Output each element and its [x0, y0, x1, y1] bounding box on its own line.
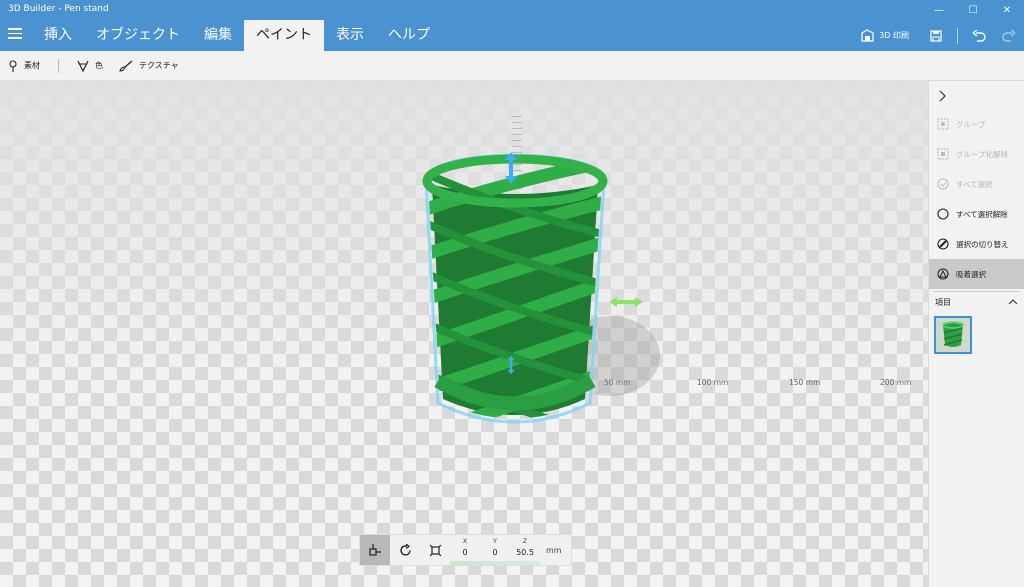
chevron-right-icon [939, 90, 946, 102]
pin-icon [9, 59, 17, 72]
z-move-up-arrow-icon[interactable] [504, 151, 518, 185]
texture-button[interactable]: テクスチャ [111, 60, 187, 72]
pen-stand-thumbnail-icon [942, 321, 964, 347]
x-move-arrow-icon[interactable] [608, 296, 644, 308]
close-button[interactable]: ✕ [990, 0, 1024, 20]
select-all-button[interactable]: すべて選択 [929, 169, 1024, 199]
scale-icon [429, 544, 441, 556]
z-value: 50.5 [516, 548, 534, 557]
print-3d-label: 3D 印刷 [879, 31, 909, 40]
floor-label-200: 200 mm [880, 378, 912, 387]
rotate-tool-button[interactable] [390, 535, 420, 565]
group-button[interactable]: グループ [929, 109, 1024, 139]
tab-view[interactable]: 表示 [324, 20, 376, 51]
material-button[interactable]: 素材 [0, 59, 48, 72]
save-icon [930, 29, 942, 42]
minimize-button[interactable]: — [922, 0, 956, 20]
toggle-selection-button[interactable]: 選択の切り替え [929, 229, 1024, 259]
menu-separator [957, 27, 958, 44]
rotate-icon [399, 543, 411, 556]
magnet-select-label: 吸着選択 [956, 269, 986, 279]
select-all-label: すべて選択 [956, 179, 993, 189]
window-controls: — ☐ ✕ [922, 0, 1024, 20]
right-panel: グループ グループ化解除 すべて選択 すべて選択解除 選択の切り替え 吸着選択 … [928, 81, 1024, 587]
group-icon [937, 118, 949, 130]
tab-paint[interactable]: ペイント [244, 20, 324, 51]
tab-insert[interactable]: 挿入 [32, 20, 84, 51]
object-thumbnail[interactable] [934, 316, 972, 354]
toggle-selection-label: 選択の切り替え [956, 239, 1009, 249]
redo-button[interactable] [994, 20, 1024, 51]
print-3d-button[interactable]: 3D 印刷 [861, 29, 909, 42]
deselect-all-icon [937, 208, 949, 220]
tab-object[interactable]: オブジェクト [84, 20, 192, 51]
floor-label-150: 150 mm [789, 378, 821, 387]
tab-edit[interactable]: 編集 [192, 20, 244, 51]
pen-stand-model[interactable] [410, 141, 620, 441]
group-label: グループ [956, 119, 986, 129]
axis-color-strip [450, 561, 540, 565]
tab-help[interactable]: ヘルプ [376, 20, 442, 51]
x-label: X [462, 537, 468, 545]
texture-label: テクスチャ [139, 61, 179, 70]
toolbar-separator [58, 58, 59, 73]
deselect-all-label: すべて選択解除 [956, 209, 1008, 219]
unit-label: mm [546, 545, 562, 555]
magnet-select-button[interactable]: 吸着選択 [929, 259, 1024, 289]
floor-label-100: 100 mm [697, 378, 729, 387]
toggle-selection-icon [937, 238, 949, 250]
items-section-header[interactable]: 項目 [929, 292, 1024, 312]
menu-right-tools: 3D 印刷 [861, 20, 1024, 51]
magnet-select-icon [937, 268, 949, 280]
select-all-icon [937, 178, 949, 190]
save-button[interactable] [921, 20, 951, 51]
y-label: Y [493, 537, 497, 545]
move-tool-button[interactable] [360, 535, 390, 565]
title-bar: 3D Builder - Pen stand — ☐ ✕ [0, 0, 1024, 20]
window-title: 3D Builder - Pen stand [8, 4, 109, 14]
z-label: Z [522, 537, 528, 545]
print-3d-icon [861, 29, 874, 42]
color-button[interactable]: 色 [69, 60, 111, 72]
undo-button[interactable] [964, 20, 994, 51]
paint-bucket-icon [77, 60, 89, 72]
hamburger-menu-icon[interactable] [8, 28, 22, 40]
scale-tool-button[interactable] [420, 535, 450, 565]
color-label: 色 [95, 61, 103, 70]
items-section-title: 項目 [935, 297, 951, 307]
undo-icon [972, 29, 986, 42]
brush-icon [119, 60, 133, 72]
collapse-panel-button[interactable] [929, 83, 1024, 109]
ungroup-button[interactable]: グループ化解除 [929, 139, 1024, 169]
menu-bar: 挿入 オブジェクト 編集 ペイント 表示 ヘルプ 3D 印刷 [0, 20, 1024, 51]
redo-icon [1002, 29, 1016, 42]
z-move-down-arrow-icon[interactable] [504, 355, 518, 375]
material-label: 素材 [24, 61, 40, 70]
move-icon [369, 544, 381, 556]
chevron-up-icon[interactable] [1008, 299, 1018, 305]
menu-tabs: 挿入 オブジェクト 編集 ペイント 表示 ヘルプ [32, 20, 442, 51]
ungroup-label: グループ化解除 [956, 149, 1009, 159]
y-value: 0 [492, 548, 498, 557]
paint-toolbar: 素材 色 テクスチャ [0, 51, 1024, 81]
ungroup-icon [937, 148, 949, 160]
deselect-all-button[interactable]: すべて選択解除 [929, 199, 1024, 229]
3d-viewport[interactable]: 50 mm 100 mm 150 mm 200 mm [0, 81, 928, 587]
x-value: 0 [462, 548, 468, 557]
maximize-button[interactable]: ☐ [956, 0, 990, 20]
